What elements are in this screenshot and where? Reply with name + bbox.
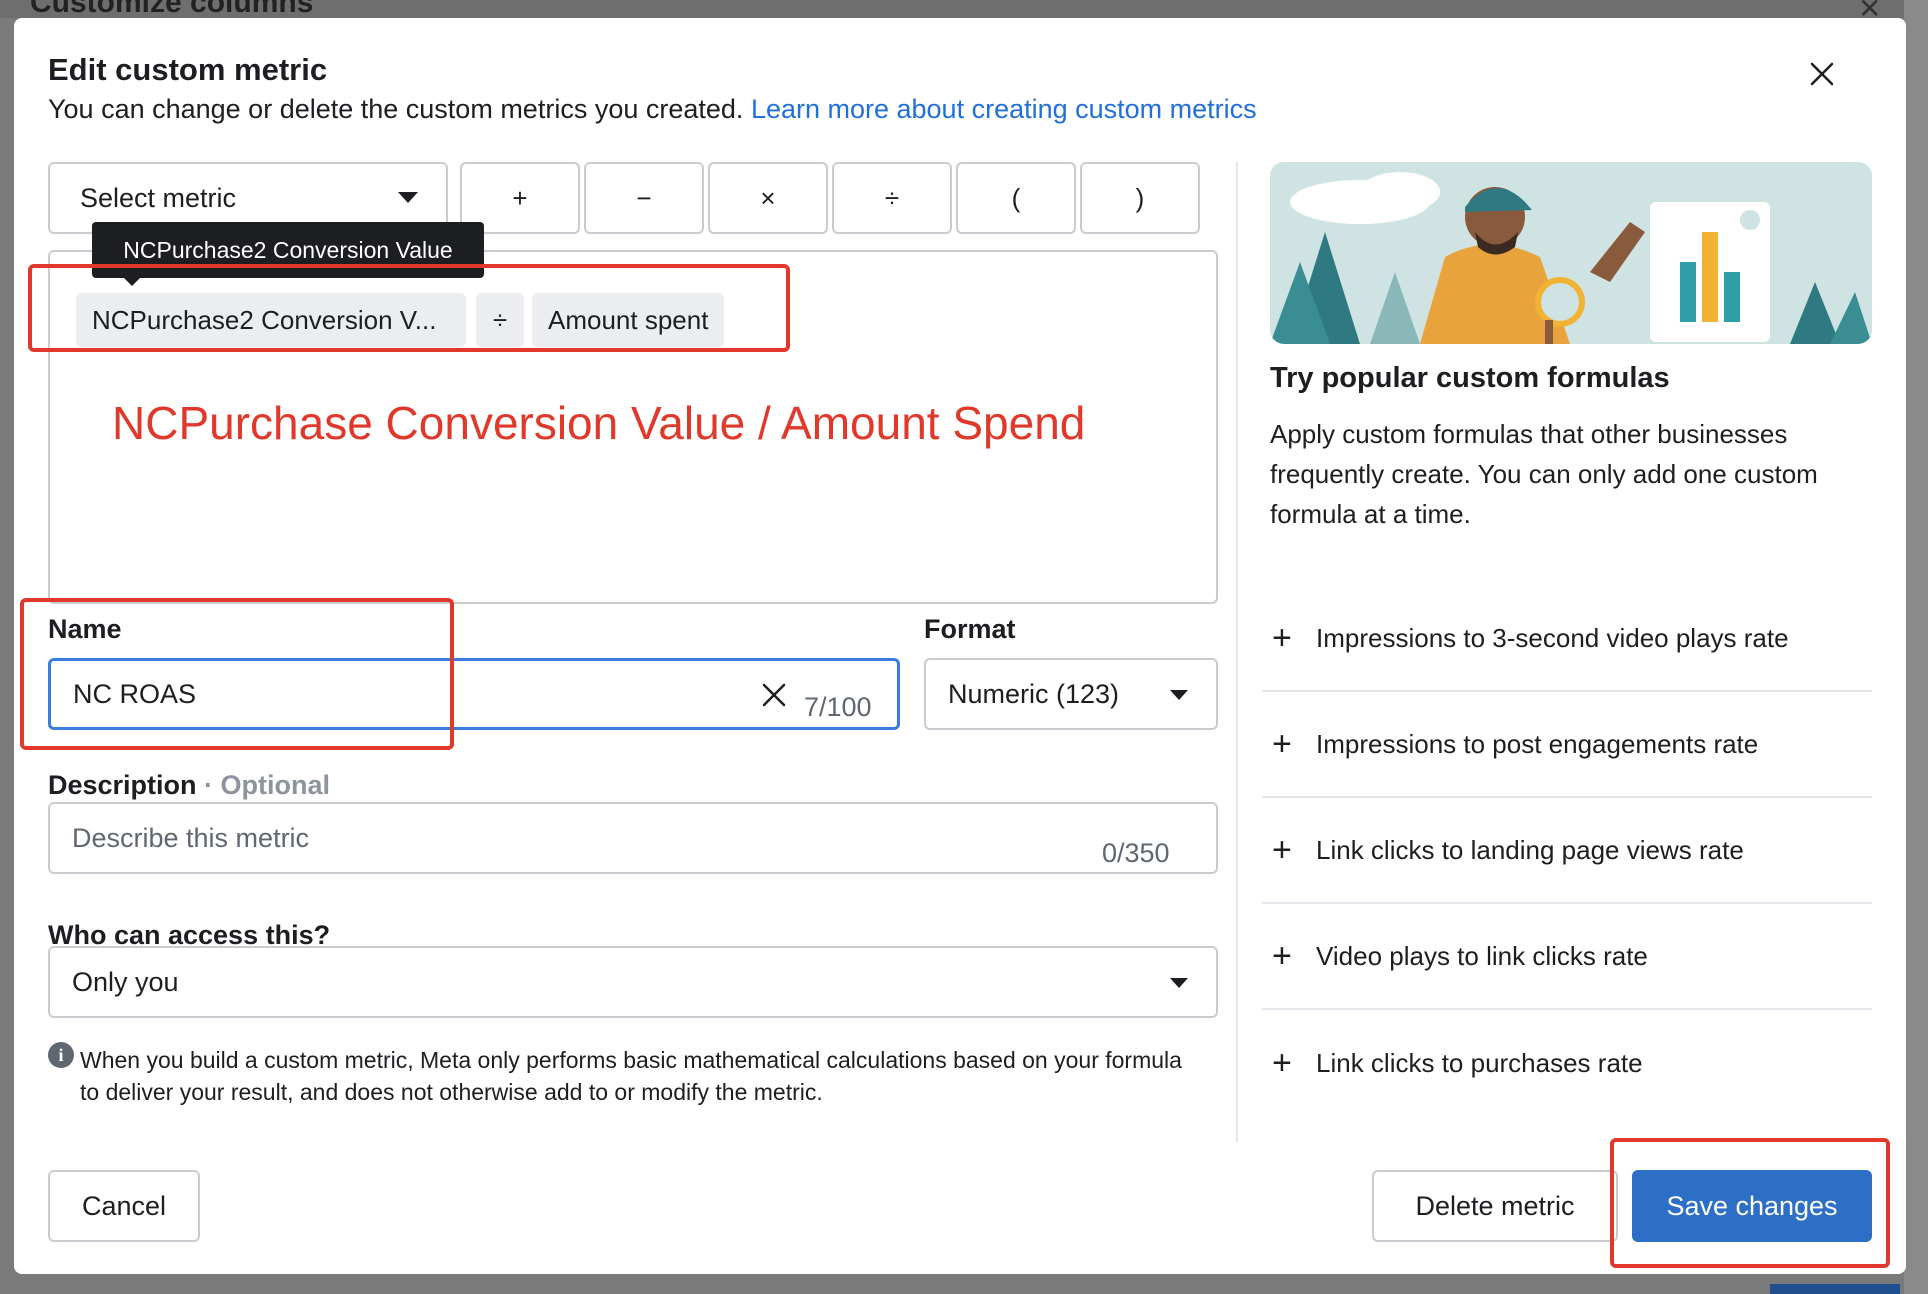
plus-icon: +: [1272, 618, 1292, 657]
format-label: Format: [924, 614, 1016, 644]
edit-metric-dialog: Edit custom metric You can change or del…: [14, 18, 1906, 1274]
name-char-count: 7/100: [804, 692, 872, 722]
plus-icon: +: [1272, 936, 1292, 975]
background-button: [1770, 1284, 1900, 1294]
hiker-illustration: [1270, 162, 1872, 344]
description-char-count: 0/350: [1102, 838, 1170, 868]
highlight-box-name: [20, 598, 454, 750]
popular-formula-label: Link clicks to landing page views rate: [1316, 834, 1744, 865]
operator-close-paren-button[interactable]: ): [1080, 162, 1200, 234]
dialog-subtitle: You can change or delete the custom metr…: [48, 94, 1257, 125]
background-title: Customize columns: [30, 0, 314, 19]
info-text: When you build a custom metric, Meta onl…: [80, 1047, 1182, 1105]
popular-formula-label: Video plays to link clicks rate: [1316, 940, 1648, 971]
operator-multiply-button[interactable]: ×: [708, 162, 828, 234]
caret-down-icon: [1170, 978, 1188, 988]
description-input[interactable]: Describe this metric: [48, 802, 1218, 874]
popular-formula-item[interactable]: + Video plays to link clicks rate: [1262, 904, 1872, 1010]
access-value: Only you: [72, 966, 179, 997]
format-dropdown[interactable]: Numeric (123): [924, 658, 1218, 730]
plus-icon: +: [1272, 724, 1292, 763]
delete-metric-button[interactable]: Delete metric: [1372, 1170, 1618, 1242]
caret-down-icon: [398, 192, 418, 203]
subtitle-text: You can change or delete the custom metr…: [48, 94, 744, 124]
operator-divide-button[interactable]: ÷: [832, 162, 952, 234]
learn-more-link[interactable]: Learn more about creating custom metrics: [751, 94, 1257, 124]
panel-divider: [1236, 162, 1238, 1142]
highlight-box-save: [1610, 1138, 1890, 1268]
panel-title: Try popular custom formulas: [1270, 362, 1670, 394]
highlight-box-formula: [28, 264, 790, 352]
description-placeholder: Describe this metric: [72, 822, 310, 853]
formula-annotation: NCPurchase Conversion Value / Amount Spe…: [112, 397, 1086, 449]
popular-formula-item[interactable]: + Impressions to post engagements rate: [1262, 692, 1872, 798]
cancel-button[interactable]: Cancel: [48, 1170, 200, 1242]
popular-formula-item[interactable]: + Link clicks to landing page views rate: [1262, 798, 1872, 904]
info-icon: i: [48, 1042, 74, 1068]
format-value: Numeric (123): [948, 678, 1120, 709]
optional-tag: · Optional: [204, 770, 331, 800]
popular-formula-item[interactable]: + Link clicks to purchases rate: [1262, 1010, 1872, 1116]
description-label-text: Description: [48, 770, 197, 800]
background-right-edge: [1904, 0, 1928, 1294]
plus-icon: +: [1272, 1043, 1292, 1082]
access-dropdown[interactable]: Only you: [48, 946, 1218, 1018]
close-icon[interactable]: [1800, 52, 1844, 96]
operator-open-paren-button[interactable]: (: [956, 162, 1076, 234]
dialog-title: Edit custom metric: [48, 52, 328, 87]
caret-down-icon: [1170, 690, 1188, 700]
popular-formula-label: Impressions to post engagements rate: [1316, 728, 1759, 759]
description-label: Description · Optional: [48, 770, 330, 801]
popular-formula-label: Impressions to 3-second video plays rate: [1316, 622, 1789, 653]
popular-formula-label: Link clicks to purchases rate: [1316, 1047, 1643, 1078]
panel-description: Apply custom formulas that other busines…: [1270, 419, 1818, 529]
operator-minus-button[interactable]: −: [584, 162, 704, 234]
plus-icon: +: [1272, 830, 1292, 869]
clear-icon[interactable]: [759, 680, 789, 710]
popular-formula-item[interactable]: + Impressions to 3-second video plays ra…: [1262, 586, 1872, 692]
select-metric-label: Select metric: [80, 182, 237, 213]
